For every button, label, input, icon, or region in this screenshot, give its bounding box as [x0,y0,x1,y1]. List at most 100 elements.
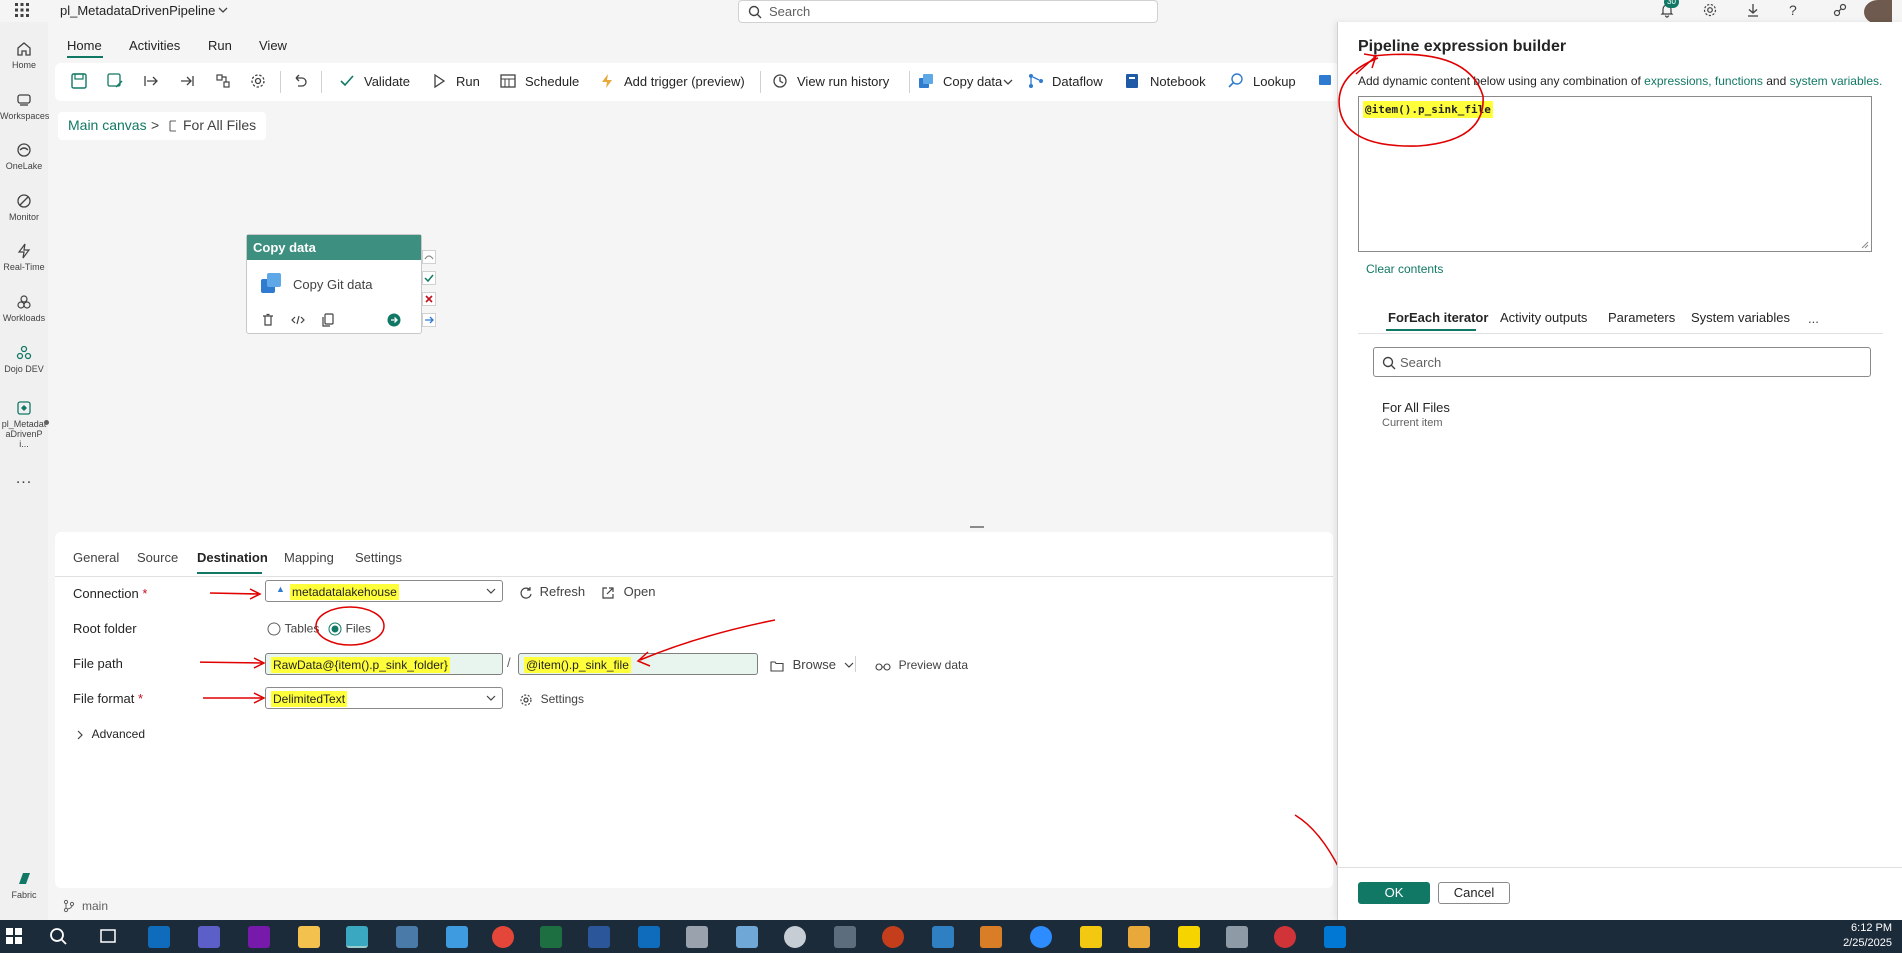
run-button[interactable]: Run [456,74,480,89]
app-icon[interactable] [1178,926,1200,948]
failure-connector-icon[interactable] [422,292,436,306]
download-icon[interactable] [1745,2,1763,20]
fabric-brand[interactable]: Fabric [0,870,48,900]
excel-icon[interactable] [540,926,562,948]
completion-connector-icon[interactable] [422,313,436,327]
app-icon[interactable] [446,926,468,948]
tab-activity-outputs[interactable]: Activity outputs [1500,310,1587,325]
tab-system-variables[interactable]: System variables [1691,310,1790,325]
clock-time[interactable]: 6:12 PM [1851,922,1892,934]
tab-mapping[interactable]: Mapping [284,550,334,565]
store-icon[interactable] [932,926,954,948]
breadcrumb-main-canvas[interactable]: Main canvas [68,117,147,133]
chevron-down-icon[interactable] [1003,77,1013,87]
file-explorer-icon[interactable] [298,926,320,948]
tab-run[interactable]: Run [208,38,232,53]
preview-data-button[interactable]: Preview data [875,657,968,672]
lookup-button[interactable]: Lookup [1253,74,1296,89]
activity-card[interactable]: Copy data Copy Git data [246,234,422,334]
system-variables-link[interactable]: system variables. [1790,74,1883,88]
rail-item-pipeline[interactable]: pl_Metadat aDrivenPi... [0,399,48,449]
save-as-icon[interactable] [106,72,124,90]
tab-activities[interactable]: Activities [129,38,180,53]
outlook-icon[interactable] [148,926,170,948]
tab-source[interactable]: Source [137,550,178,565]
global-search-input[interactable]: Search [738,0,1158,23]
rail-item-onelake[interactable]: OneLake [0,141,48,171]
app-icon[interactable] [1274,926,1296,948]
onenote-icon[interactable] [248,926,270,948]
windows-start-icon[interactable] [4,926,26,948]
rail-item-workloads[interactable]: Workloads [0,293,48,323]
tab-parameters[interactable]: Parameters [1608,310,1675,325]
edge-icon[interactable] [346,926,368,948]
app-launcher-icon[interactable] [14,2,32,20]
rail-more-button[interactable]: ... [0,470,48,488]
schedule-button[interactable]: Schedule [525,74,579,89]
tab-settings[interactable]: Settings [355,550,402,565]
functions-link[interactable]: functions [1715,74,1763,88]
zoom-icon[interactable] [1030,926,1052,948]
success-connector-icon[interactable] [422,271,436,285]
advanced-expander[interactable]: Advanced [75,726,145,741]
notebook-button[interactable]: Notebook [1150,74,1206,89]
branch-name[interactable]: main [82,899,108,913]
app-icon[interactable] [396,926,418,948]
ok-button[interactable]: OK [1358,882,1430,904]
app-icon[interactable] [1226,926,1248,948]
gear-icon[interactable] [1702,2,1720,20]
arrow-circle-right-icon[interactable] [387,313,401,327]
tab-foreach-iterator[interactable]: ForEach iterator [1388,310,1488,325]
resize-grip-icon[interactable] [1861,241,1869,249]
cancel-button[interactable]: Cancel [1438,882,1510,904]
rail-item-dojo-dev[interactable]: Dojo DEV [0,344,48,374]
chevron-down-icon[interactable] [844,660,854,670]
vscode-icon[interactable] [1324,926,1346,948]
tab-view[interactable]: View [259,38,287,53]
skip-connector-icon[interactable] [422,250,436,264]
teams-icon[interactable] [198,926,220,948]
expressions-link[interactable]: expressions, [1644,74,1711,88]
outlook-new-icon[interactable] [638,926,660,948]
search-icon[interactable] [48,926,70,948]
app-icon[interactable] [784,926,806,948]
app-icon[interactable] [1128,926,1150,948]
rail-item-home[interactable]: Home [0,40,48,70]
view-run-history-button[interactable]: View run history [797,74,889,89]
app-icon[interactable] [980,926,1002,948]
chrome-icon[interactable] [492,926,514,948]
word-icon[interactable] [588,926,610,948]
tab-home[interactable]: Home [67,38,102,53]
clear-contents-button[interactable]: Clear contents [1366,262,1443,276]
save-icon[interactable] [70,72,88,90]
help-icon[interactable]: ? [1789,2,1807,20]
pipeline-title[interactable]: pl_MetadataDrivenPipeline [60,3,215,18]
delete-icon[interactable] [261,313,275,327]
rail-item-real-time[interactable]: Real-Time [0,242,48,272]
more-tabs-button[interactable]: ... [1808,311,1819,326]
powerpoint-icon[interactable] [882,926,904,948]
copy-icon[interactable] [321,313,335,327]
clock-date[interactable]: 2/25/2025 [1843,937,1892,949]
avatar[interactable] [1864,0,1892,24]
dataflow-button[interactable]: Dataflow [1052,74,1103,89]
app-icon[interactable] [736,926,758,948]
tab-destination[interactable]: Destination [197,550,268,565]
panel-resize-handle[interactable] [970,526,984,528]
move-right-icon[interactable] [142,72,160,90]
rail-item-monitor[interactable]: Monitor [0,192,48,222]
undo-icon[interactable] [291,72,309,90]
rail-item-workspaces[interactable]: Workspaces [0,91,49,121]
calculator-icon[interactable] [834,926,856,948]
power-bi-icon[interactable] [1080,926,1102,948]
share-icon[interactable] [1832,2,1850,20]
copy-data-button[interactable]: Copy data [943,74,1002,89]
iterator-item-name[interactable]: For All Files [1382,400,1450,415]
validate-button[interactable]: Validate [364,74,410,89]
gear-icon[interactable] [249,72,267,90]
add-trigger-button[interactable]: Add trigger (preview) [624,74,745,89]
code-icon[interactable] [291,313,305,327]
move-to-end-icon[interactable] [178,72,196,90]
auto-align-icon[interactable] [214,72,232,90]
chevron-down-icon[interactable] [218,5,228,15]
